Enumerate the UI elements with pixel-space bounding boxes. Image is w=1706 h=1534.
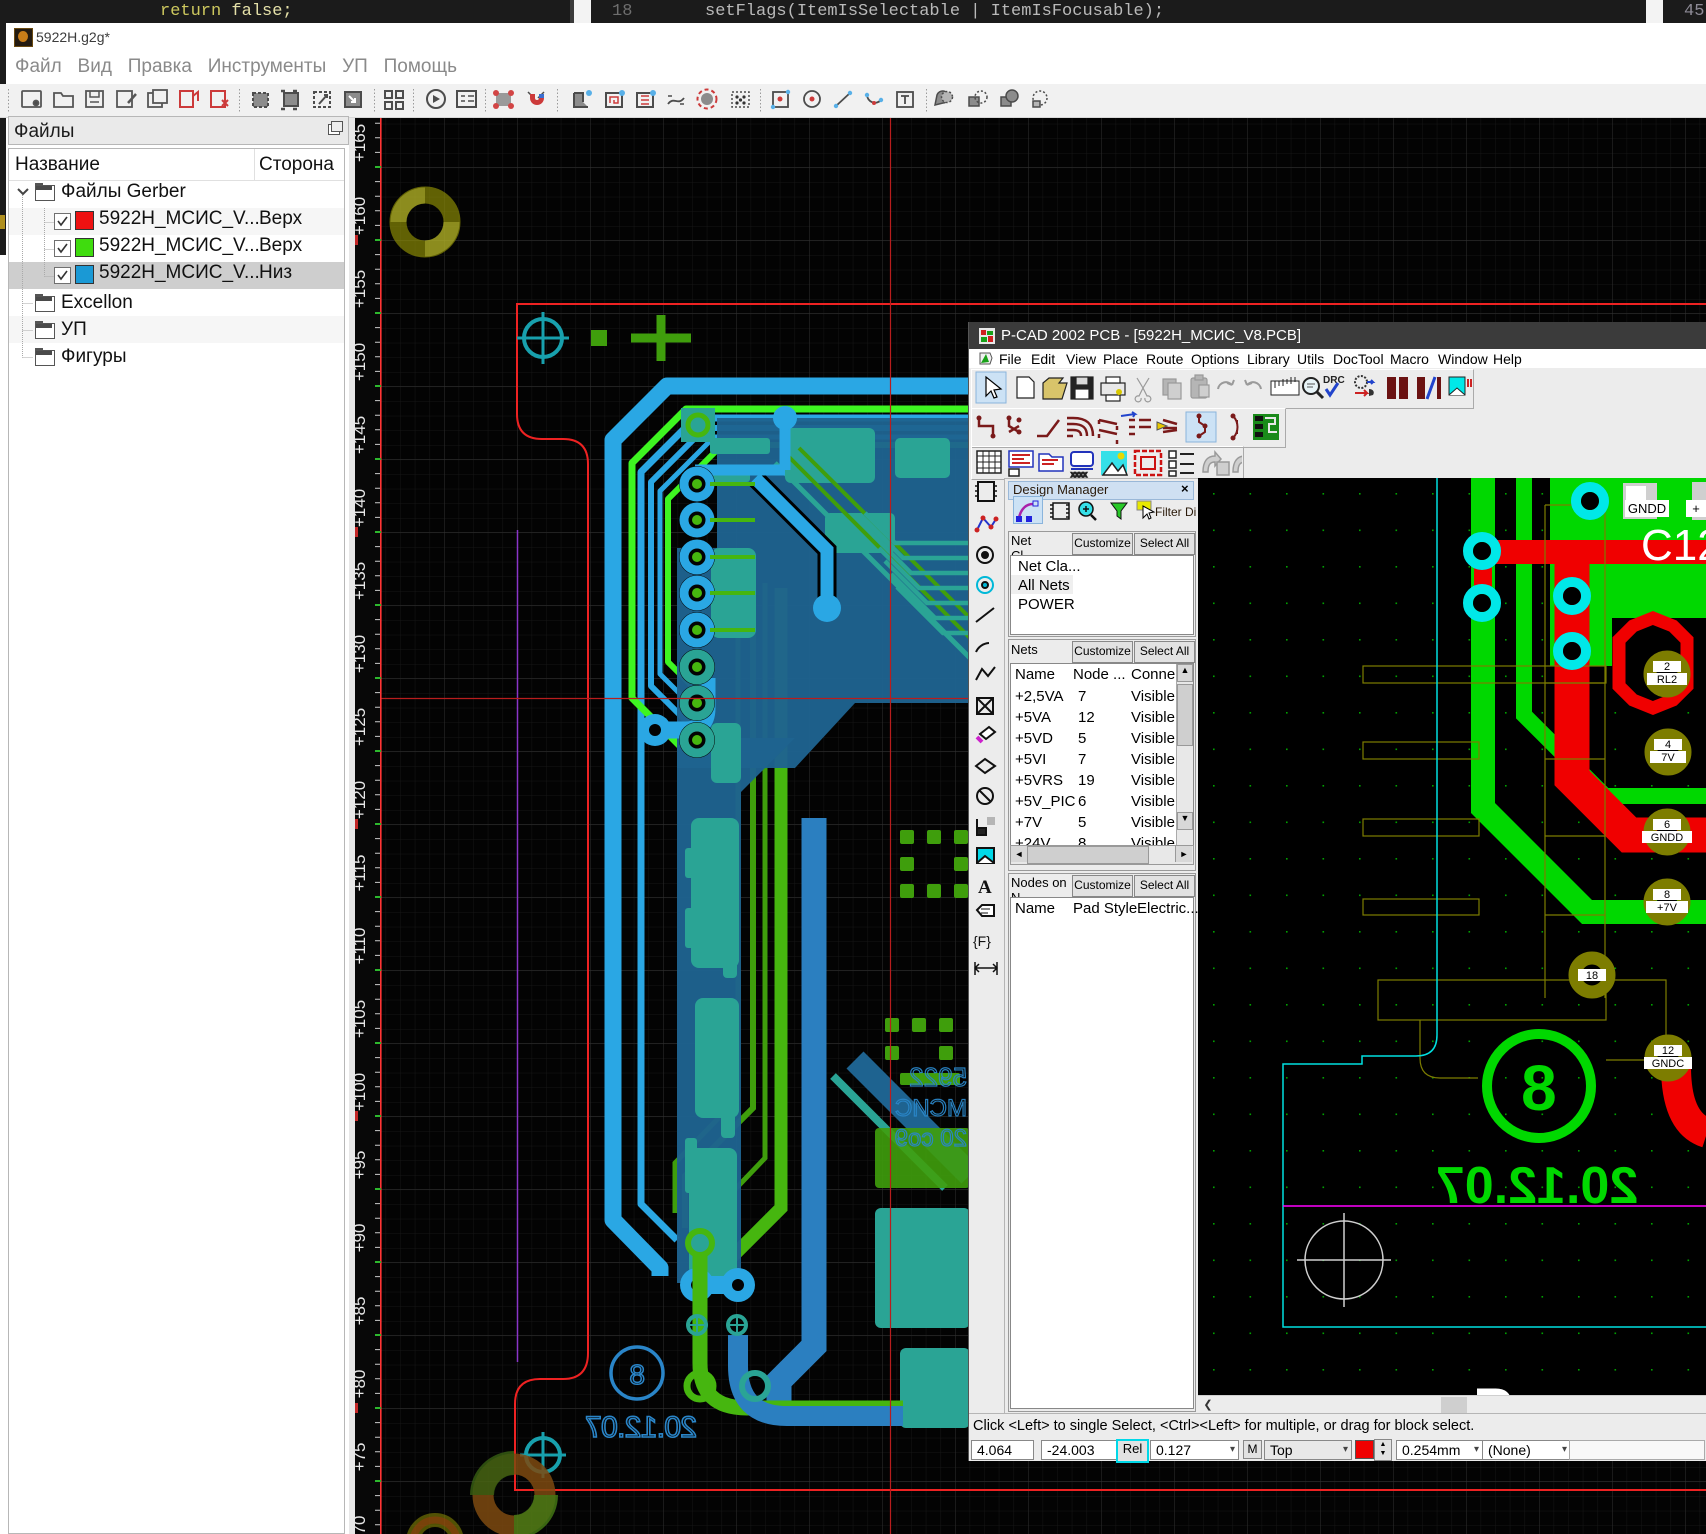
svg-text:20.12.07: 20.12.07 bbox=[1436, 1157, 1638, 1215]
svg-text:RL2: RL2 bbox=[1657, 674, 1677, 686]
svg-text:6: 6 bbox=[1664, 819, 1670, 831]
svg-text:2: 2 bbox=[1664, 661, 1670, 673]
svg-text:+100: +100 bbox=[355, 1073, 369, 1111]
svg-text:7V: 7V bbox=[1661, 752, 1675, 764]
svg-text:5922: 5922 bbox=[909, 1062, 967, 1092]
svg-text:12: 12 bbox=[1662, 1045, 1674, 1057]
svg-text:+70: +70 bbox=[355, 1516, 369, 1534]
svg-text:+75: +75 bbox=[355, 1443, 369, 1472]
svg-text:xxxx: xxxx bbox=[1071, 470, 1087, 478]
svg-text:8: 8 bbox=[1664, 889, 1670, 901]
svg-text:GNDD: GNDD bbox=[1651, 832, 1683, 844]
svg-text:+165: +165 bbox=[355, 124, 369, 162]
svg-text:+140: +140 bbox=[355, 489, 369, 527]
svg-text:8: 8 bbox=[629, 1359, 645, 1390]
svg-text:+85: +85 bbox=[355, 1297, 369, 1326]
svg-text:+110: +110 bbox=[355, 927, 369, 964]
svg-text:DRC: DRC bbox=[1323, 375, 1345, 386]
svg-text:8: 8 bbox=[1521, 1052, 1557, 1124]
svg-text:20 со9: 20 со9 bbox=[895, 1125, 967, 1152]
svg-text:+150: +150 bbox=[355, 343, 369, 381]
svg-text:+90: +90 bbox=[355, 1224, 369, 1253]
svg-text:+: + bbox=[1692, 501, 1700, 516]
svg-text:4: 4 bbox=[1665, 739, 1671, 751]
svg-text:+135: +135 bbox=[355, 562, 369, 600]
svg-text:+125: +125 bbox=[355, 708, 369, 746]
svg-text:+145: +145 bbox=[355, 416, 369, 454]
svg-text:GNDD: GNDD bbox=[1628, 501, 1666, 516]
svg-text:C12: C12 bbox=[1641, 521, 1706, 570]
svg-text:+80: +80 bbox=[355, 1370, 369, 1399]
svg-text:МСИС: МСИС bbox=[895, 1095, 967, 1122]
svg-text:A: A bbox=[978, 877, 992, 898]
svg-text:+95: +95 bbox=[355, 1151, 369, 1180]
svg-text:{F}: {F} bbox=[973, 933, 991, 949]
svg-text:+160: +160 bbox=[355, 197, 369, 235]
svg-text:+155: +155 bbox=[355, 270, 369, 308]
svg-text:+7V: +7V bbox=[1657, 902, 1678, 914]
svg-text:20.12.07: 20.12.07 bbox=[585, 1411, 697, 1444]
svg-text:+130: +130 bbox=[355, 635, 369, 673]
svg-text:+115: +115 bbox=[355, 854, 369, 891]
svg-text:+120: +120 bbox=[355, 781, 369, 819]
svg-text:P: P bbox=[1473, 1376, 1513, 1395]
svg-text:18: 18 bbox=[1586, 970, 1598, 982]
svg-text:GNDC: GNDC bbox=[1652, 1058, 1684, 1070]
svg-text:+105: +105 bbox=[355, 1000, 369, 1038]
